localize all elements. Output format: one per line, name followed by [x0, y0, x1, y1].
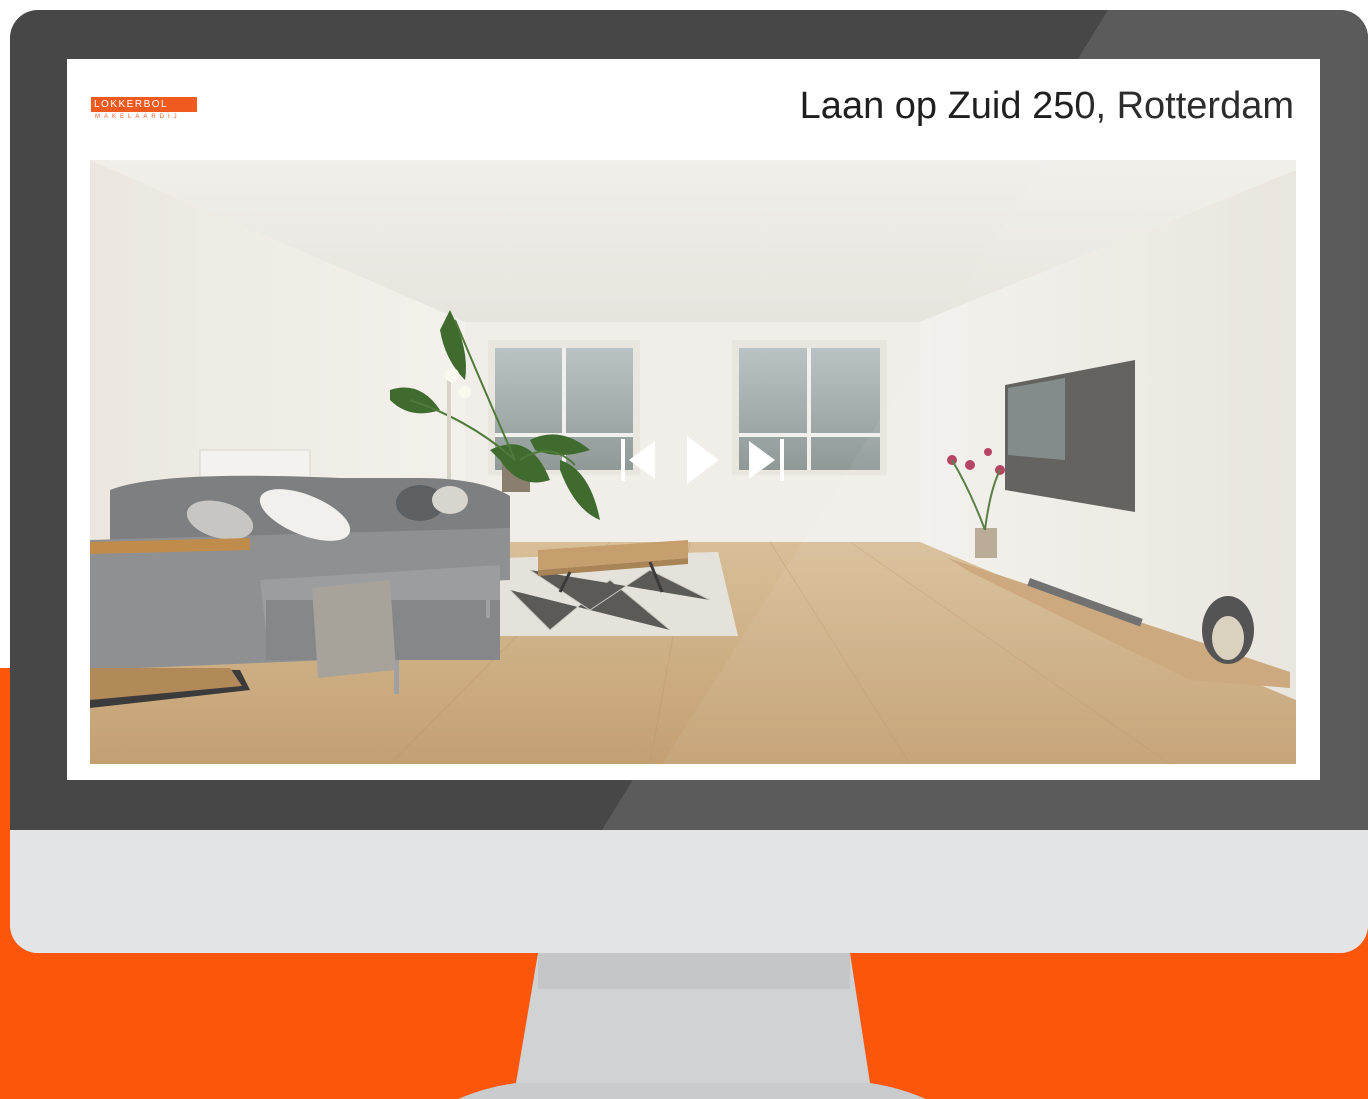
skip-next-icon[interactable]: [745, 439, 787, 481]
monitor-bezel: LOKKERBOL MAKELAARDIJ Laan op Zuid 250, …: [10, 10, 1368, 830]
property-address: Laan op Zuid 250, Rotterdam: [799, 85, 1294, 127]
logo-wordmark: LOKKERBOL: [91, 97, 197, 112]
monitor: LOKKERBOL MAKELAARDIJ Laan op Zuid 250, …: [10, 10, 1368, 953]
brand-logo[interactable]: LOKKERBOL MAKELAARDIJ: [91, 97, 197, 123]
monitor-stand: [458, 953, 926, 1099]
logo-tagline: MAKELAARDIJ: [95, 114, 181, 120]
skip-previous-icon[interactable]: [619, 439, 661, 481]
screen: LOKKERBOL MAKELAARDIJ Laan op Zuid 250, …: [67, 59, 1320, 780]
play-icon[interactable]: [685, 434, 721, 486]
monitor-chin: [10, 830, 1368, 953]
